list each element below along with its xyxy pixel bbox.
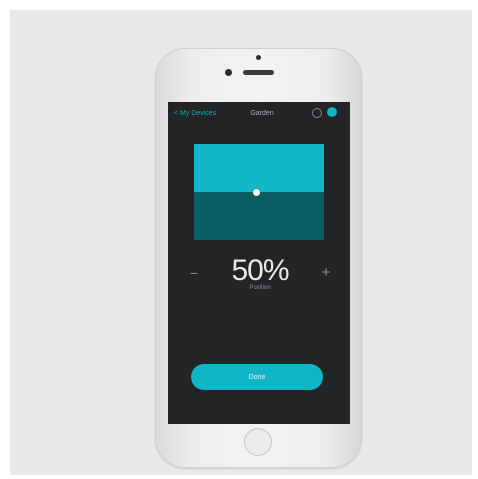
increase-button[interactable]: + <box>318 264 334 281</box>
percentage-value: 50% <box>231 254 289 287</box>
level-fill <box>194 144 324 192</box>
percentage-stepper: − 50% Position + <box>176 254 342 294</box>
home-button[interactable] <box>244 428 272 456</box>
percentage-subtext: Position <box>249 285 271 291</box>
back-link[interactable]: < My Devices <box>174 110 216 117</box>
device-preview-canvas: < My Devices Garden − 50% Position + Don… <box>10 10 472 475</box>
earpiece-speaker <box>243 70 274 75</box>
screen-title: Garden <box>250 110 274 117</box>
info-icon[interactable] <box>312 108 322 118</box>
app-screen: < My Devices Garden − 50% Position + Don… <box>168 102 350 424</box>
decrease-button[interactable]: − <box>186 265 202 281</box>
drag-handle[interactable] <box>253 189 260 196</box>
level-control[interactable] <box>194 144 324 240</box>
done-button[interactable]: Done <box>191 364 323 390</box>
front-camera-icon <box>256 55 261 60</box>
power-icon[interactable] <box>327 107 337 117</box>
sensor-icon <box>225 69 232 76</box>
phone-mockup: < My Devices Garden − 50% Position + Don… <box>155 48 362 468</box>
top-bar: < My Devices Garden <box>168 102 350 126</box>
